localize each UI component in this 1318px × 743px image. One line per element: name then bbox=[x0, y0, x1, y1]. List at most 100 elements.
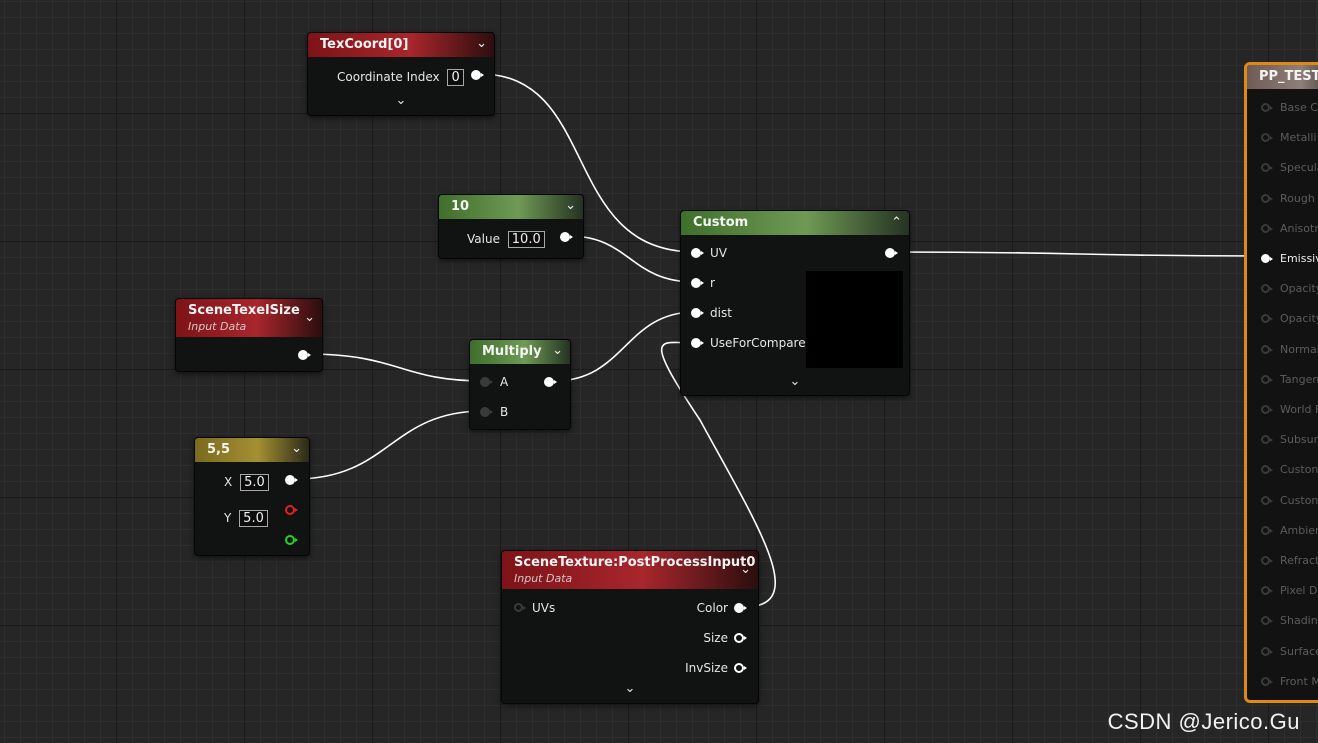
input-useforcompare-label: UseForCompare bbox=[710, 336, 806, 350]
result-pin-label: Ambien bbox=[1280, 523, 1318, 537]
custom-input-uv-pin[interactable] bbox=[691, 248, 704, 258]
value-field[interactable]: 10.0 bbox=[507, 231, 545, 248]
chevron-down-icon[interactable]: ⌄ bbox=[681, 374, 909, 389]
node-title: Custom bbox=[693, 215, 749, 230]
result-pin-label: Base C bbox=[1280, 101, 1318, 114]
result-input-pin[interactable] bbox=[1261, 314, 1273, 324]
multiply-node[interactable]: Multiply ⌄ A B bbox=[469, 339, 571, 430]
chevron-down-icon[interactable]: ⌄ bbox=[308, 93, 494, 108]
node-title: Multiply bbox=[482, 344, 542, 359]
result-input-pin[interactable] bbox=[1261, 465, 1273, 475]
result-input-pin[interactable] bbox=[1261, 556, 1273, 565]
node-header[interactable]: TexCoord[0] ⌄ bbox=[308, 33, 494, 57]
custom-output-pin[interactable] bbox=[885, 248, 898, 258]
node-header[interactable]: 10 ⌄ bbox=[439, 195, 583, 219]
node-header[interactable]: 5,5 ⌄ bbox=[195, 438, 309, 462]
y-field[interactable]: 5.0 bbox=[239, 510, 268, 527]
size-output-pin[interactable] bbox=[734, 633, 747, 643]
custom-input-useforcompare-pin[interactable] bbox=[691, 338, 704, 348]
vector-output-pin[interactable] bbox=[285, 475, 298, 485]
coordinate-index-field[interactable]: 0 bbox=[447, 69, 464, 86]
input-uv-label: UV bbox=[710, 246, 727, 260]
chevron-down-icon[interactable]: ⌄ bbox=[304, 311, 315, 325]
result-input-pin[interactable] bbox=[1261, 616, 1273, 626]
custom-input-r-pin[interactable] bbox=[691, 278, 704, 288]
chevron-down-icon[interactable]: ⌄ bbox=[740, 563, 751, 577]
scene-texel-size-node[interactable]: SceneTexelSize Input Data ⌄ bbox=[175, 298, 323, 372]
result-pin-label: Custon bbox=[1280, 463, 1318, 477]
result-input-pin[interactable] bbox=[1261, 676, 1273, 686]
result-input-pin[interactable] bbox=[1261, 405, 1273, 414]
texel-size-output-pin[interactable] bbox=[298, 350, 311, 360]
pin-a-label: A bbox=[500, 375, 509, 389]
y-row: Y 5.0 bbox=[224, 510, 268, 527]
node-header[interactable]: SceneTexelSize Input Data ⌄ bbox=[176, 299, 322, 337]
result-pin-label: Pixel D bbox=[1280, 584, 1318, 598]
wire-multiply-to-dist bbox=[553, 311, 696, 382]
multiply-input-a-pin[interactable] bbox=[480, 377, 493, 387]
result-pin-label: Tangen bbox=[1280, 372, 1318, 386]
coordinate-index-row: Coordinate Index 0 bbox=[337, 69, 464, 86]
color-output-pin[interactable] bbox=[734, 603, 747, 613]
node-subtitle: Input Data bbox=[514, 572, 573, 585]
uvs-input-pin[interactable] bbox=[514, 603, 526, 612]
chevron-down-icon[interactable]: ⌄ bbox=[502, 681, 758, 696]
custom-node[interactable]: Custom ⌃ UV r dist UseForCompare ⌄ bbox=[680, 210, 910, 396]
node-title: 5,5 bbox=[207, 442, 231, 457]
constant-node[interactable]: 10 ⌄ Value 10.0 bbox=[438, 194, 584, 259]
texcoord-node[interactable]: TexCoord[0] ⌄ Coordinate Index 0 ⌄ bbox=[307, 32, 495, 116]
multiply-output-pin[interactable] bbox=[544, 377, 557, 387]
result-input-pin[interactable] bbox=[1261, 133, 1273, 143]
chevron-down-icon[interactable]: ⌄ bbox=[565, 199, 576, 213]
wire-custom-to-emissive bbox=[893, 251, 1267, 257]
node-header[interactable]: Multiply ⌄ bbox=[470, 340, 570, 364]
chevron-down-icon[interactable]: ⌄ bbox=[291, 442, 302, 456]
watermark: CSDN @Jerico.Gu bbox=[1107, 709, 1300, 734]
chevron-up-icon[interactable]: ⌃ bbox=[891, 216, 902, 230]
result-input-pin[interactable] bbox=[1261, 163, 1273, 173]
color-label: Color bbox=[696, 601, 728, 615]
result-input-pin[interactable] bbox=[1261, 223, 1273, 233]
result-pin-label: Opacity bbox=[1280, 282, 1318, 296]
result-pin-label: Surface bbox=[1280, 644, 1318, 658]
constant-output-pin[interactable] bbox=[560, 232, 573, 242]
y-label: Y bbox=[224, 511, 232, 525]
result-input-pin[interactable] bbox=[1261, 646, 1273, 656]
node-title: TexCoord[0] bbox=[320, 37, 409, 52]
result-pin-label: Opacity bbox=[1280, 312, 1318, 326]
material-result-node[interactable]: PP_TEST Base C Metalli Specula Rough Anisotr… bbox=[1244, 62, 1318, 703]
result-input-pin[interactable] bbox=[1261, 374, 1273, 384]
result-input-pin[interactable] bbox=[1261, 284, 1273, 294]
invsize-output-pin[interactable] bbox=[734, 663, 747, 673]
result-pin-label: Front M bbox=[1280, 674, 1318, 688]
node-header[interactable]: SceneTexture:PostProcessInput0 Input Dat… bbox=[502, 551, 758, 589]
node-preview bbox=[806, 271, 903, 368]
result-input-pin[interactable] bbox=[1261, 344, 1273, 354]
node-title: SceneTexelSize bbox=[188, 303, 300, 318]
wire-value-to-r bbox=[568, 235, 696, 283]
result-input-pin[interactable] bbox=[1261, 435, 1273, 445]
result-input-pin[interactable] bbox=[1261, 103, 1273, 112]
pin-b-label: B bbox=[500, 405, 509, 419]
node-header[interactable]: PP_TEST bbox=[1247, 65, 1318, 89]
result-input-pin[interactable] bbox=[1261, 254, 1273, 263]
result-input-pin[interactable] bbox=[1261, 193, 1273, 203]
scene-texture-node[interactable]: SceneTexture:PostProcessInput0 Input Dat… bbox=[501, 550, 759, 704]
texcoord-output-pin[interactable] bbox=[471, 70, 484, 80]
chevron-down-icon[interactable]: ⌄ bbox=[552, 344, 563, 358]
red-channel-pin[interactable] bbox=[285, 505, 298, 515]
custom-input-dist-pin[interactable] bbox=[691, 308, 704, 318]
multiply-input-b-pin[interactable] bbox=[480, 407, 493, 417]
input-dist-label: dist bbox=[710, 306, 732, 320]
result-pin-label: Normal bbox=[1280, 342, 1318, 356]
chevron-down-icon[interactable]: ⌄ bbox=[476, 37, 487, 51]
green-channel-pin[interactable] bbox=[285, 535, 298, 545]
vector-node[interactable]: 5,5 ⌄ X 5.0 Y 5.0 bbox=[194, 437, 310, 556]
result-pin-label: Anisotr bbox=[1280, 221, 1318, 235]
result-input-pin[interactable] bbox=[1261, 525, 1273, 535]
node-title: 10 bbox=[451, 199, 470, 214]
node-header[interactable]: Custom ⌃ bbox=[681, 211, 909, 235]
result-input-pin[interactable] bbox=[1261, 495, 1273, 505]
result-input-pin[interactable] bbox=[1261, 586, 1273, 596]
x-field[interactable]: 5.0 bbox=[240, 474, 269, 491]
